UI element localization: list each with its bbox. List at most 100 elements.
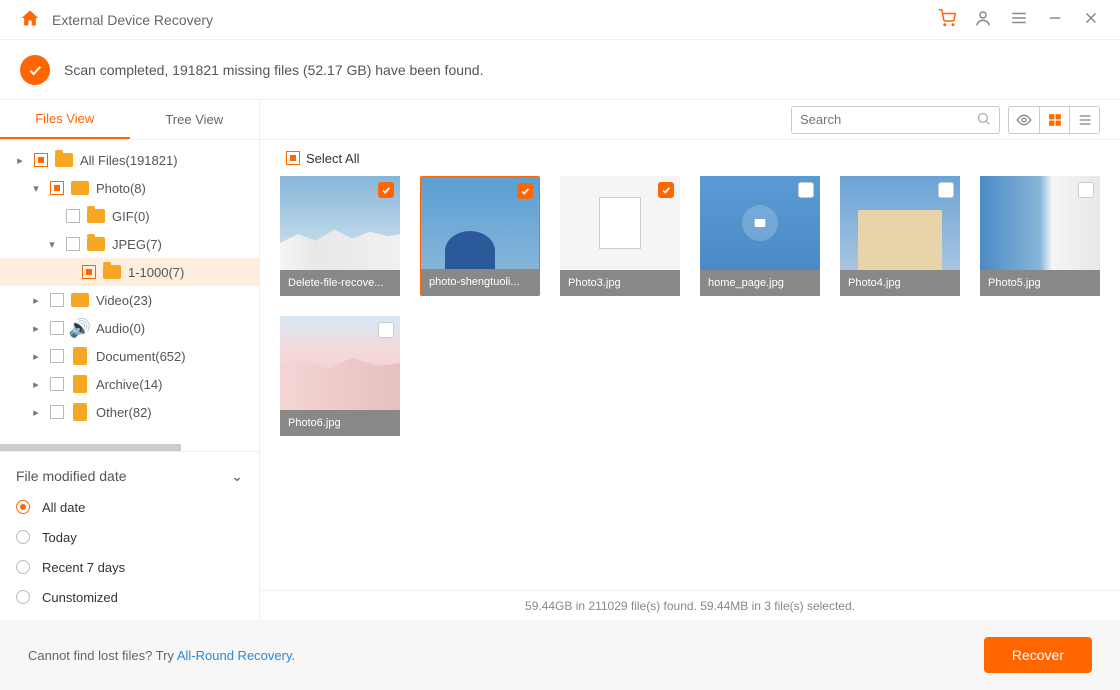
tree-item-other[interactable]: ▸Other(82) — [0, 398, 259, 426]
toolbar — [260, 100, 1120, 140]
checkbox[interactable] — [50, 293, 64, 307]
thumbnail[interactable]: home_page.jpg — [700, 176, 820, 296]
radio-icon — [16, 530, 30, 544]
radio-on-icon — [16, 500, 30, 514]
thumbnail-checkbox[interactable] — [517, 183, 533, 199]
search-field[interactable] — [800, 112, 976, 127]
tree-item-gif[interactable]: GIF(0) — [0, 202, 259, 230]
select-all-checkbox[interactable] — [286, 151, 300, 165]
footer-text: Cannot find lost files? Try All-Round Re… — [28, 648, 295, 663]
thumbnail-caption: Delete-file-recove... — [280, 270, 400, 296]
filter-recent7[interactable]: Recent 7 days — [16, 552, 243, 582]
tree-item-archive[interactable]: ▸Archive(14) — [0, 370, 259, 398]
thumbnail-caption: Photo5.jpg — [980, 270, 1100, 296]
file-tree: ▸All Files(191821) ▾Photo(8) GIF(0) ▾JPE… — [0, 140, 259, 451]
checkbox[interactable] — [50, 181, 64, 195]
chevron-right-icon[interactable]: ▸ — [28, 406, 44, 419]
tree-item-jpeg[interactable]: ▾JPEG(7) — [0, 230, 259, 258]
chevron-down-icon: ⌄ — [231, 468, 243, 485]
checkbox[interactable] — [50, 405, 64, 419]
tree-item-audio[interactable]: ▸🔊Audio(0) — [0, 314, 259, 342]
checkbox[interactable] — [50, 377, 64, 391]
footer: Cannot find lost files? Try All-Round Re… — [0, 620, 1120, 690]
file-icon — [70, 402, 90, 422]
filter-today[interactable]: Today — [16, 522, 243, 552]
all-round-recovery-link[interactable]: All-Round Recovery — [177, 648, 292, 663]
content: Select All Delete-file-recove... photo-s… — [260, 100, 1120, 620]
chevron-right-icon[interactable]: ▸ — [28, 294, 44, 307]
app-title: External Device Recovery — [52, 12, 938, 28]
thumbnail-checkbox[interactable] — [1078, 182, 1094, 198]
checkbox[interactable] — [66, 209, 80, 223]
search-input[interactable] — [791, 106, 1000, 134]
status-bar: Scan completed, 191821 missing files (52… — [0, 40, 1120, 100]
checkbox[interactable] — [34, 153, 48, 167]
chevron-right-icon[interactable]: ▸ — [28, 350, 44, 363]
filter-header[interactable]: File modified date⌄ — [16, 460, 243, 492]
user-icon[interactable] — [974, 9, 992, 30]
tab-files-view[interactable]: Files View — [0, 100, 130, 139]
folder-icon — [54, 150, 74, 170]
thumbnail[interactable]: .JPGPhoto3.jpg — [560, 176, 680, 296]
folder-icon — [86, 206, 106, 226]
folder-icon — [102, 262, 122, 282]
filter-custom[interactable]: Cunstomized — [16, 582, 243, 612]
thumbnail-caption: Photo6.jpg — [280, 410, 400, 436]
tree-item-1-1000[interactable]: 1-1000(7) — [0, 258, 259, 286]
menu-icon[interactable] — [1010, 9, 1028, 30]
tree-item-video[interactable]: ▸Video(23) — [0, 286, 259, 314]
home-icon[interactable] — [20, 8, 40, 31]
thumbnail[interactable]: Photo5.jpg — [980, 176, 1100, 296]
radio-icon — [16, 560, 30, 574]
thumbnail-grid: Delete-file-recove... photo-shengtuoli..… — [260, 176, 1120, 590]
archive-icon — [70, 374, 90, 394]
checkbox[interactable] — [66, 237, 80, 251]
title-actions — [938, 9, 1100, 30]
chevron-right-icon[interactable]: ▸ — [12, 154, 28, 167]
thumbnail[interactable]: Photo4.jpg — [840, 176, 960, 296]
thumbnail[interactable]: photo-shengtuoli... — [420, 176, 540, 296]
view-controls — [1008, 106, 1100, 134]
checkbox[interactable] — [82, 265, 96, 279]
chevron-right-icon[interactable]: ▸ — [28, 378, 44, 391]
recover-button[interactable]: Recover — [984, 637, 1092, 673]
video-icon — [70, 290, 90, 310]
radio-icon — [16, 590, 30, 604]
status-text: Scan completed, 191821 missing files (52… — [64, 62, 483, 78]
select-all-row[interactable]: Select All — [260, 140, 1120, 176]
close-icon[interactable] — [1082, 9, 1100, 30]
search-icon[interactable] — [976, 111, 991, 129]
thumbnail[interactable]: Delete-file-recove... — [280, 176, 400, 296]
list-view-toggle[interactable] — [1069, 107, 1099, 133]
filter-all-date[interactable]: All date — [16, 492, 243, 522]
folder-icon — [86, 234, 106, 254]
thumbnail-checkbox[interactable] — [378, 322, 394, 338]
audio-icon: 🔊 — [70, 318, 90, 338]
thumbnail-caption: home_page.jpg — [700, 270, 820, 296]
preview-toggle[interactable] — [1009, 107, 1039, 133]
chevron-down-icon[interactable]: ▾ — [44, 238, 60, 251]
select-all-label: Select All — [306, 151, 359, 166]
thumbnail-checkbox[interactable] — [938, 182, 954, 198]
minimize-icon[interactable] — [1046, 9, 1064, 30]
tree-item-all-files[interactable]: ▸All Files(191821) — [0, 146, 259, 174]
cart-icon[interactable] — [938, 9, 956, 30]
horizontal-scrollbar[interactable] — [0, 444, 181, 451]
thumbnail-caption: photo-shengtuoli... — [421, 269, 539, 295]
image-icon — [70, 178, 90, 198]
chevron-right-icon[interactable]: ▸ — [28, 322, 44, 335]
thumbnail-checkbox[interactable] — [798, 182, 814, 198]
grid-view-toggle[interactable] — [1039, 107, 1069, 133]
tree-item-photo[interactable]: ▾Photo(8) — [0, 174, 259, 202]
view-tabs: Files View Tree View — [0, 100, 259, 140]
chevron-down-icon[interactable]: ▾ — [28, 182, 44, 195]
tab-tree-view[interactable]: Tree View — [130, 100, 260, 139]
status-check-icon — [20, 55, 50, 85]
checkbox[interactable] — [50, 321, 64, 335]
thumbnail[interactable]: Photo6.jpg — [280, 316, 400, 436]
checkbox[interactable] — [50, 349, 64, 363]
thumbnail-checkbox[interactable] — [378, 182, 394, 198]
status-line: 59.44GB in 211029 file(s) found. 59.44MB… — [260, 590, 1120, 620]
tree-item-document[interactable]: ▸Document(652) — [0, 342, 259, 370]
thumbnail-checkbox[interactable] — [658, 182, 674, 198]
